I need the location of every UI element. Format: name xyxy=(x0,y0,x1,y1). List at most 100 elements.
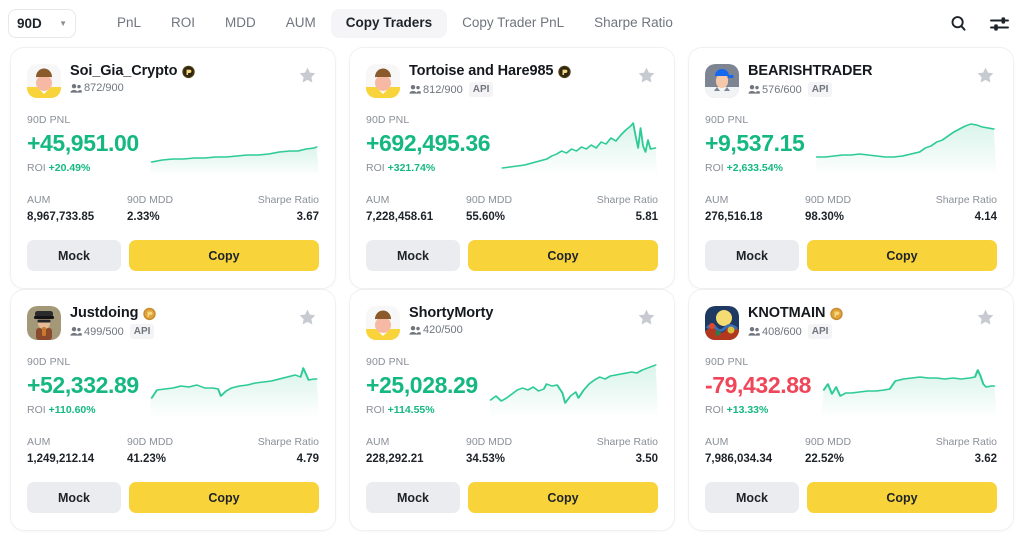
avatar-yellow-person xyxy=(366,306,400,340)
favorite-star-icon[interactable] xyxy=(298,308,317,327)
tab-copy-trader-pnl[interactable]: Copy Trader PnL xyxy=(447,9,579,37)
roi-value: +110.60% xyxy=(48,404,96,417)
stat-value: 34.53% xyxy=(466,453,506,465)
trader-identity: BEARISHTRADER 576/600 API xyxy=(748,62,872,97)
trader-meta: 872/900 xyxy=(70,82,196,94)
favorite-star-icon[interactable] xyxy=(976,308,995,327)
pnl-label: 90D PNL xyxy=(366,114,410,126)
stat-value: 7,986,034.34 xyxy=(705,453,773,465)
tab-roi[interactable]: ROI xyxy=(156,9,210,37)
pnl-figures: 90D PNL +25,028.29 ROI +114.55% xyxy=(366,356,478,418)
card-actions: Mock Copy xyxy=(366,482,658,513)
trader-card[interactable]: BEARISHTRADER 576/600 API 90D PNL +9,537… xyxy=(688,47,1014,289)
stat-label: 90D MDD xyxy=(127,436,174,448)
tab-copy-traders[interactable]: Copy Traders xyxy=(330,9,448,38)
mock-button[interactable]: Mock xyxy=(27,482,121,513)
favorite-star-icon[interactable] xyxy=(637,66,656,85)
copy-button[interactable]: Copy xyxy=(468,482,658,513)
pnl-section: 90D PNL +692,495.36 ROI +321.74% xyxy=(366,114,658,176)
pnl-section: 90D PNL +52,332.89 ROI +110.60% xyxy=(27,356,319,418)
followers-text: 499/500 xyxy=(84,325,124,338)
pnl-label: 90D PNL xyxy=(705,356,749,368)
gold-medal-icon xyxy=(181,64,196,79)
copy-button[interactable]: Copy xyxy=(468,240,658,271)
roi-label: ROI xyxy=(366,404,385,417)
card-header: Tortoise and Hare985 812/900 API xyxy=(366,62,658,98)
stat-value: 98.30% xyxy=(805,211,845,223)
pnl-value: +25,028.29 xyxy=(366,372,478,398)
period-select[interactable]: 90D ▼ xyxy=(8,9,76,38)
trader-identity: ShortyMorty 420/500 xyxy=(409,304,493,336)
pnl-section: 90D PNL +9,537.15 ROI +2,633.54% xyxy=(705,114,997,176)
favorite-star-icon[interactable] xyxy=(298,66,317,85)
trader-name: ShortyMorty xyxy=(409,305,494,321)
copy-button[interactable]: Copy xyxy=(129,240,319,271)
pnl-sparkline-chart xyxy=(487,360,658,418)
pnl-label: 90D PNL xyxy=(705,114,749,126)
bronze-medal-icon xyxy=(829,306,844,321)
search-icon[interactable] xyxy=(948,14,968,34)
pnl-sparkline-chart xyxy=(814,118,997,176)
avatar-yellow-person xyxy=(27,64,61,98)
stat-label: Sharpe Ratio xyxy=(935,194,997,206)
copy-button[interactable]: Copy xyxy=(807,240,997,271)
roi-label: ROI xyxy=(27,162,46,175)
pnl-sparkline-chart xyxy=(500,118,658,176)
trader-card[interactable]: Soi_Gia_Crypto 872/900 90D PNL +45,951.0… xyxy=(10,47,336,289)
card-actions: Mock Copy xyxy=(705,482,997,513)
favorite-star-icon[interactable] xyxy=(637,308,656,327)
trader-name-line: KNOTMAIN xyxy=(748,305,844,321)
mock-button[interactable]: Mock xyxy=(705,482,799,513)
stat-value: 55.60% xyxy=(466,211,506,223)
copy-button[interactable]: Copy xyxy=(129,482,319,513)
stat-label: Sharpe Ratio xyxy=(596,436,658,448)
trader-identity: Tortoise and Hare985 812/900 API xyxy=(409,62,572,97)
stat-label: 90D MDD xyxy=(466,194,513,206)
tab-pnl[interactable]: PnL xyxy=(102,9,156,37)
mock-button[interactable]: Mock xyxy=(366,482,460,513)
stat-value: 3.62 xyxy=(974,453,997,465)
followers-count: 812/900 xyxy=(409,84,463,96)
api-badge: API xyxy=(807,324,833,339)
pnl-value: -79,432.88 xyxy=(705,372,811,398)
pnl-label: 90D PNL xyxy=(27,114,71,126)
stat-aum: AUM 228,292.21 xyxy=(366,436,462,465)
mock-button[interactable]: Mock xyxy=(366,240,460,271)
tab-mdd[interactable]: MDD xyxy=(210,9,271,37)
stat-label: AUM xyxy=(705,194,729,206)
stat-aum: AUM 276,516.18 xyxy=(705,194,801,223)
pnl-value: +692,495.36 xyxy=(366,130,491,156)
mock-button[interactable]: Mock xyxy=(27,240,121,271)
stat-aum: AUM 7,986,034.34 xyxy=(705,436,801,465)
trader-card[interactable]: ShortyMorty 420/500 90D PNL +25,028.29 R… xyxy=(349,289,675,531)
stat-value: 41.23% xyxy=(127,453,167,465)
toolbar-actions xyxy=(948,14,1010,34)
tab-sharpe-ratio[interactable]: Sharpe Ratio xyxy=(579,9,688,37)
followers-text: 872/900 xyxy=(84,82,124,94)
pnl-section: 90D PNL -79,432.88 ROI +13.33% xyxy=(705,356,997,418)
roi-value: +114.55% xyxy=(387,404,435,417)
tab-aum[interactable]: AUM xyxy=(271,9,331,37)
sliders-filter-icon[interactable] xyxy=(990,14,1010,34)
trader-card[interactable]: Tortoise and Hare985 812/900 API 90D PNL… xyxy=(349,47,675,289)
stat-label: 90D MDD xyxy=(127,194,174,206)
followers-people-icon xyxy=(70,327,82,336)
stat-value: 22.52% xyxy=(805,453,845,465)
stat-value: 1,249,212.14 xyxy=(27,453,95,465)
trader-card[interactable]: KNOTMAIN 408/600 API 90D PNL -79,432.88 … xyxy=(688,289,1014,531)
avatar-globe-art xyxy=(705,306,739,340)
card-actions: Mock Copy xyxy=(705,240,997,271)
favorite-star-icon[interactable] xyxy=(976,66,995,85)
mock-button[interactable]: Mock xyxy=(705,240,799,271)
followers-text: 812/900 xyxy=(423,83,463,96)
stat-label: 90D MDD xyxy=(805,194,852,206)
trader-card[interactable]: Justdoing 499/500 API 90D PNL +52,332.89… xyxy=(10,289,336,531)
pnl-sparkline-chart xyxy=(148,118,319,176)
pnl-section: 90D PNL +25,028.29 ROI +114.55% xyxy=(366,356,658,418)
copy-button[interactable]: Copy xyxy=(807,482,997,513)
avatar-yellow-person xyxy=(366,64,400,98)
stat-aum: AUM 8,967,733.85 xyxy=(27,194,123,223)
api-badge: API xyxy=(807,82,833,97)
roi-label: ROI xyxy=(366,162,385,175)
stats-row: AUM 276,516.18 90D MDD 98.30% Sharpe Rat… xyxy=(705,194,997,223)
